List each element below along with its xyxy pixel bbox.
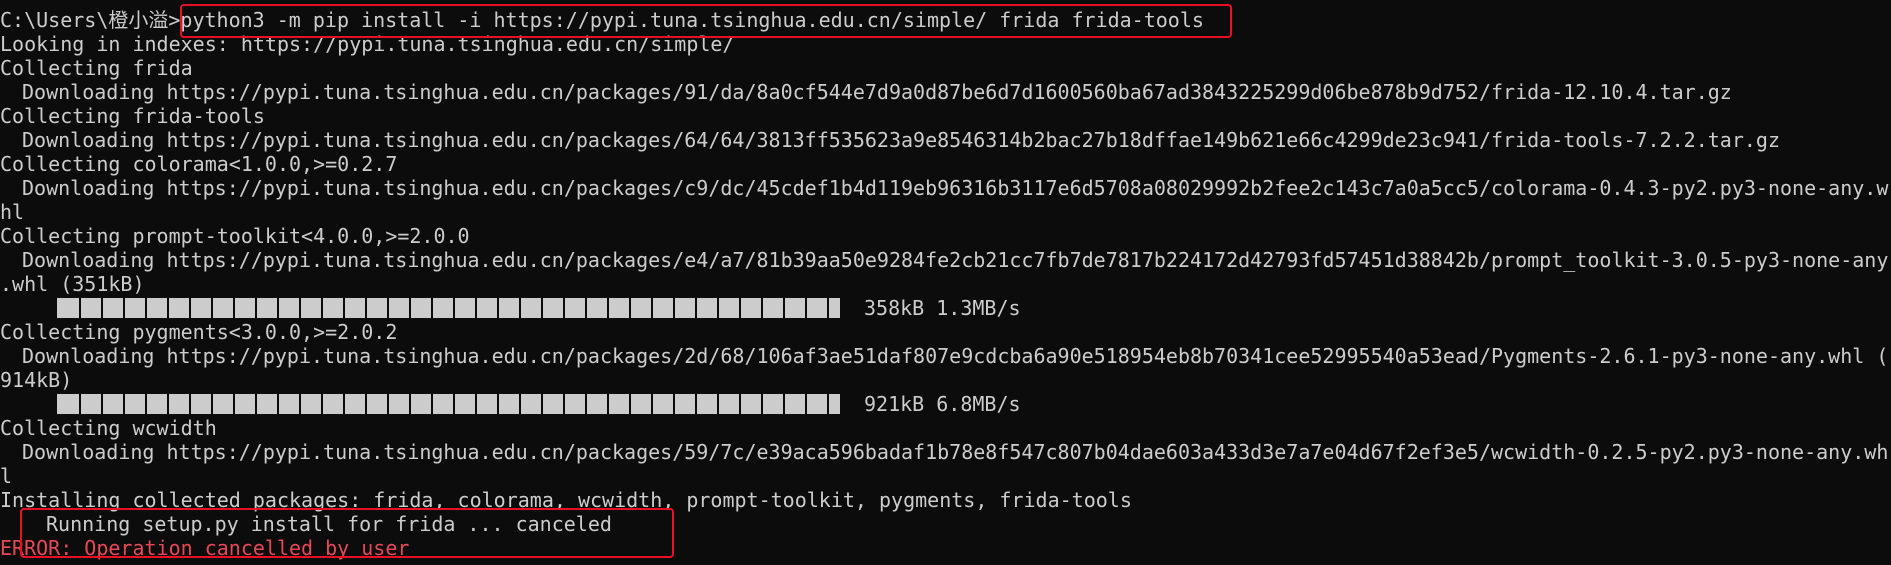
output-line-download-wcwidth: Downloading https://pypi.tuna.tsinghua.e… bbox=[22, 440, 1889, 464]
terminal-window[interactable]: C:\Users\橙小溢>python3 -m pip install -i h… bbox=[0, 0, 1891, 565]
output-line-download-colorama: Downloading https://pypi.tuna.tsinghua.e… bbox=[22, 176, 1889, 200]
output-line-collect-prompt-toolkit: Collecting prompt-toolkit<4.0.0,>=2.0.0 bbox=[0, 224, 470, 248]
output-line-download-frida: Downloading https://pypi.tuna.tsinghua.e… bbox=[22, 80, 1732, 104]
error-highlight-box bbox=[20, 508, 674, 558]
progress-bar bbox=[57, 298, 840, 318]
output-line-collect-frida-tools: Collecting frida-tools bbox=[0, 104, 265, 128]
output-line-download-pygments-wrap: 914kB) bbox=[0, 368, 73, 392]
progress-stats: 921kB 6.8MB/s bbox=[864, 392, 1021, 416]
output-line-download-frida-tools: Downloading https://pypi.tuna.tsinghua.e… bbox=[22, 128, 1780, 152]
prompt-path: C:\Users\橙小溢> bbox=[0, 8, 181, 32]
progress-row-pygments: 921kB 6.8MB/s bbox=[0, 392, 1100, 416]
output-line-download-prompt-toolkit: Downloading https://pypi.tuna.tsinghua.e… bbox=[22, 248, 1889, 272]
progress-row-prompt-toolkit: 358kB 1.3MB/s bbox=[0, 296, 1100, 320]
output-line-download-prompt-toolkit-wrap: .whl (351kB) bbox=[0, 272, 145, 296]
output-line-download-pygments: Downloading https://pypi.tuna.tsinghua.e… bbox=[22, 344, 1889, 368]
output-line-collect-pygments: Collecting pygments<3.0.0,>=2.0.2 bbox=[0, 320, 398, 344]
progress-bar bbox=[57, 394, 840, 414]
command-highlight-box bbox=[180, 4, 1232, 38]
output-line-collect-colorama: Collecting colorama<1.0.0,>=0.2.7 bbox=[0, 152, 398, 176]
output-line-download-colorama-wrap: hl bbox=[0, 200, 25, 224]
progress-stats: 358kB 1.3MB/s bbox=[864, 296, 1021, 320]
output-line-collect-wcwidth: Collecting wcwidth bbox=[0, 416, 217, 440]
output-line-collect-frida: Collecting frida bbox=[0, 56, 193, 80]
output-line-download-wcwidth-wrap: l bbox=[0, 464, 13, 488]
